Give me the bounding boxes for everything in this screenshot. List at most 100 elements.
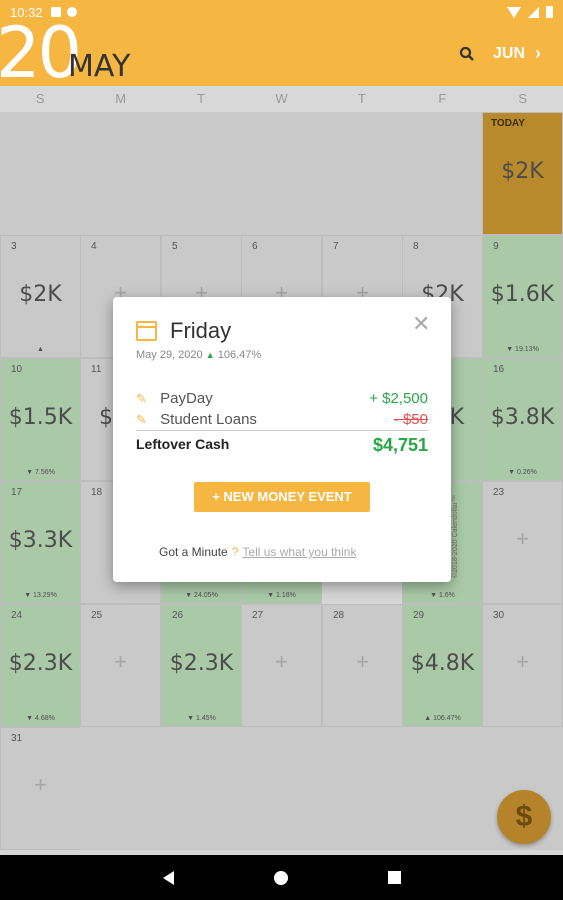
new-money-event-button[interactable]: + NEW MONEY EVENT <box>194 482 370 512</box>
day-number: 26 <box>172 610 184 621</box>
day-change: ▼ 13.29% <box>24 592 57 599</box>
day-number: 6 <box>252 241 258 252</box>
battery-icon <box>546 6 553 18</box>
weekday-label: S <box>518 91 528 106</box>
leftover-row: Leftover Cash $4,751 <box>136 435 428 455</box>
today-label: TODAY <box>491 118 525 129</box>
day-change: ▼ 1.45% <box>187 715 216 722</box>
feedback-line: Got a Minute? Tell us what you think <box>159 545 356 559</box>
calendar-day[interactable]: 29 $4.8K ▲ 106.47% <box>402 604 483 727</box>
add-money-fab[interactable]: $ <box>497 790 551 844</box>
current-month: MAY <box>68 49 131 84</box>
event-label: PayDay <box>160 390 213 407</box>
pencil-icon[interactable]: ✎ <box>136 391 148 407</box>
copyright-text: ©2018-2020 Calendollar™ <box>452 495 459 578</box>
app-header: 20 MAY JUN › <box>0 18 563 88</box>
add-icon: + <box>516 526 529 551</box>
calendar-day[interactable]: 24 $2.3K ▼ 4.68% <box>0 604 81 727</box>
weekday-label: T <box>197 91 206 106</box>
next-month-button[interactable]: JUN › <box>493 43 541 64</box>
day-amount: $3.3K <box>8 528 73 553</box>
chevron-right-icon: › <box>535 43 542 63</box>
day-amount: $4.8K <box>410 651 475 676</box>
pencil-icon[interactable]: ✎ <box>136 412 148 428</box>
weekday-label: W <box>275 91 288 106</box>
calendar-day-today[interactable]: TODAY $2K <box>482 112 563 235</box>
day-amount: $3.8K <box>490 405 555 430</box>
next-month-label: JUN <box>493 44 526 62</box>
calendar-day[interactable]: 25 + <box>80 604 161 727</box>
calendar-day[interactable]: 16 $3.8K ▼ 0.26% <box>482 358 563 481</box>
day-number: 31 <box>11 733 23 744</box>
day-amount: $2K <box>19 282 62 307</box>
add-icon: + <box>516 649 529 674</box>
system-nav-bar <box>0 855 563 900</box>
day-number: 4 <box>91 241 97 252</box>
calendar-icon <box>136 321 157 341</box>
calendar-day[interactable]: 17 $3.3K ▼ 13.29% <box>0 481 81 604</box>
day-change: ▼ 24.05% <box>185 592 218 599</box>
dialog-date: May 29, 2020 <box>136 349 203 361</box>
empty-cell <box>0 112 483 235</box>
add-icon: + <box>114 649 127 674</box>
calendar-day[interactable]: 9 $1.6K ▼ 19.13% <box>482 235 563 358</box>
day-number: 9 <box>493 241 499 252</box>
calendar-day[interactable]: 23 + <box>482 481 563 604</box>
back-icon[interactable] <box>162 870 174 885</box>
search-icon[interactable] <box>459 46 475 62</box>
day-change: ▼ 19.13% <box>506 346 539 353</box>
add-icon: + <box>34 772 47 797</box>
calendar-day[interactable]: 30 + <box>482 604 563 727</box>
dialog-change-pct: 106.47% <box>217 349 262 361</box>
day-change: ▼ 1.18% <box>267 592 296 599</box>
dollar-icon: $ <box>515 800 533 833</box>
leftover-value: $4,751 <box>372 435 428 455</box>
weekday-label: F <box>438 91 447 106</box>
day-amount: $2K <box>501 159 544 184</box>
day-change: ▼ 7.56% <box>26 469 55 476</box>
day-number: 28 <box>333 610 345 621</box>
day-amount: $2.3K <box>8 651 73 676</box>
event-label: Student Loans <box>160 411 257 428</box>
day-number: 8 <box>413 241 419 252</box>
recents-icon[interactable] <box>387 871 401 884</box>
empty-cell <box>80 727 563 850</box>
day-number: 10 <box>11 364 23 375</box>
day-number: 11 <box>91 364 102 375</box>
day-number: 29 <box>413 610 425 621</box>
close-icon[interactable]: ✕ <box>412 311 430 337</box>
money-event-row[interactable]: ✎ PayDay + $2,500 <box>136 390 428 410</box>
day-number: 16 <box>493 364 505 375</box>
signal-icon <box>528 6 539 18</box>
day-amount: $1.5K <box>8 405 73 430</box>
day-number: 23 <box>493 487 505 498</box>
event-value: + $2,500 <box>369 390 428 407</box>
calendar-day[interactable]: 26 $2.3K ▼ 1.45% <box>161 604 242 727</box>
calendar-day[interactable]: 31 + <box>0 727 81 850</box>
weekday-label: S <box>35 91 45 106</box>
dialog-date-line: May 29, 2020 ▲ 106.47% <box>136 349 261 361</box>
day-number: 24 <box>11 610 23 621</box>
day-number: 3 <box>11 241 17 252</box>
day-change: ▼ 0.26% <box>508 469 537 476</box>
event-value: - $50 <box>393 411 428 428</box>
home-icon[interactable] <box>273 870 288 885</box>
day-number: 18 <box>91 487 103 498</box>
weekday-label: M <box>115 91 127 106</box>
calendar-day[interactable]: 27 + <box>241 604 322 727</box>
calendar-day[interactable]: 28 + <box>322 604 403 727</box>
calendar-day[interactable]: 3 $2K ▲ <box>0 235 81 358</box>
up-arrow-icon: ▲ <box>205 350 215 360</box>
money-event-row[interactable]: ✎ Student Loans - $50 <box>136 411 428 431</box>
wifi-icon <box>507 6 521 18</box>
day-change: ▲ <box>37 346 44 353</box>
day-number: 27 <box>252 610 264 621</box>
add-icon: + <box>356 649 369 674</box>
question-mark: ? <box>231 545 239 559</box>
day-amount: $1.6K <box>490 282 555 307</box>
feedback-link[interactable]: Tell us what you think <box>242 545 356 559</box>
day-number: 5 <box>172 241 178 252</box>
day-number: 25 <box>91 610 103 621</box>
weekday-label: T <box>357 91 366 106</box>
calendar-day[interactable]: 10 $1.5K ▼ 7.56% <box>0 358 81 481</box>
